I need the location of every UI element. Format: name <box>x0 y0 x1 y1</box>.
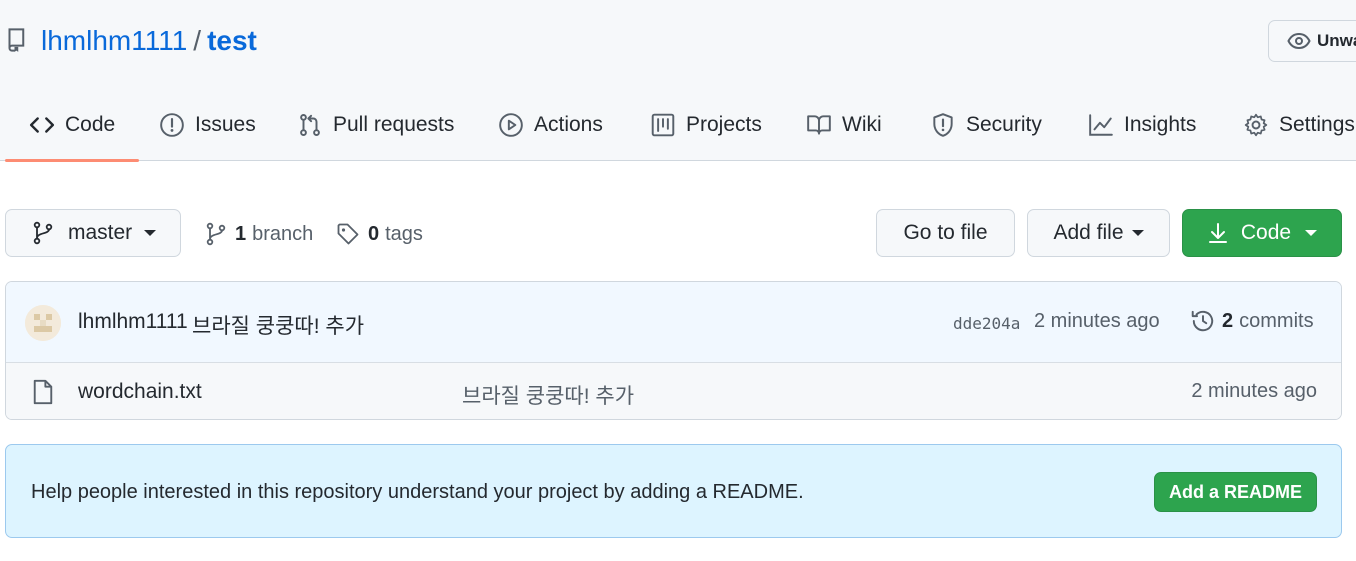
eye-icon <box>1287 32 1311 50</box>
git-pull-request-icon <box>300 113 320 136</box>
repo-name-link[interactable]: test <box>207 25 257 56</box>
tab-actions-label: Actions <box>534 112 603 136</box>
tab-pull-requests[interactable]: Pull requests <box>297 88 454 161</box>
latest-commit-row: lhmlhm1111 브라질 쿵쿵따! 추가 dde204a 2 minutes… <box>6 282 1341 363</box>
add-readme-button[interactable]: Add a README <box>1154 472 1317 512</box>
caret-down-icon <box>144 230 157 236</box>
project-icon <box>651 113 675 136</box>
gear-icon <box>1244 113 1268 136</box>
readme-prompt-banner: Help people interested in this repositor… <box>5 444 1342 538</box>
commits-history-link[interactable]: 2 commits <box>1190 308 1314 334</box>
shield-icon <box>933 112 953 137</box>
tag-icon <box>337 223 359 245</box>
add-file-button[interactable]: Add file <box>1027 209 1170 257</box>
tab-projects[interactable]: Projects <box>650 88 762 161</box>
file-icon <box>33 379 53 405</box>
repo-nav-tabs: Code Issues Pull requests Actions Projec… <box>0 88 1356 162</box>
list-item: wordchain.txt 브라질 쿵쿵따! 추가 2 minutes ago <box>6 363 1341 419</box>
commit-count: 2 <box>1222 309 1234 332</box>
book-icon <box>807 114 831 135</box>
git-branch-icon <box>206 222 226 246</box>
tab-security[interactable]: Security <box>930 88 1042 161</box>
commit-count-label: commits <box>1239 309 1314 332</box>
repo-header: lhmlhm1111/test Unwatch Code Issues Pull… <box>0 0 1356 162</box>
issue-opened-icon <box>160 112 184 137</box>
code-icon <box>29 116 55 133</box>
repo-title: lhmlhm1111/test <box>41 22 257 60</box>
tab-wiki-label: Wiki <box>842 112 882 136</box>
tab-pull-requests-label: Pull requests <box>333 112 455 136</box>
tags-link[interactable]: 0 tags <box>336 217 423 251</box>
tab-insights[interactable]: Insights <box>1088 88 1196 161</box>
commit-message-link[interactable]: 브라질 쿵쿵따! 추가 <box>192 310 364 340</box>
branch-count: 1 <box>235 222 247 245</box>
tab-wiki[interactable]: Wiki <box>806 88 882 161</box>
tab-code[interactable]: Code <box>4 88 140 162</box>
tab-issues[interactable]: Issues <box>159 88 256 161</box>
file-listing: lhmlhm1111 브라질 쿵쿵따! 추가 dde204a 2 minutes… <box>5 281 1342 420</box>
file-commit-message-link[interactable]: 브라질 쿵쿵따! 추가 <box>462 380 634 410</box>
tab-actions[interactable]: Actions <box>498 88 603 161</box>
repo-separator: / <box>193 25 202 56</box>
branch-count-label: branch <box>252 222 314 245</box>
tab-security-label: Security <box>966 112 1042 136</box>
tab-code-label: Code <box>65 112 116 136</box>
caret-down-icon <box>1305 230 1318 236</box>
code-button-label: Code <box>1240 221 1292 244</box>
readme-prompt-text: Help people interested in this repositor… <box>31 481 804 503</box>
tab-settings[interactable]: Settings <box>1243 88 1355 161</box>
history-icon <box>1191 310 1214 332</box>
play-icon <box>499 112 523 137</box>
repo-icon <box>8 28 25 52</box>
unwatch-label: Unwatch <box>1317 31 1356 50</box>
commit-author-link[interactable]: lhmlhm1111 <box>78 310 188 334</box>
file-commit-time: 2 minutes ago <box>1191 380 1317 402</box>
repo-owner-link[interactable]: lhmlhm1111 <box>41 25 187 56</box>
download-icon <box>1208 223 1227 243</box>
tab-insights-label: Insights <box>1124 112 1197 136</box>
code-download-button[interactable]: Code <box>1182 209 1342 257</box>
commit-time: 2 minutes ago <box>1034 310 1160 332</box>
add-file-label: Add file <box>1053 221 1124 244</box>
tab-settings-label: Settings <box>1279 112 1355 136</box>
branch-select-button[interactable]: master <box>5 209 181 257</box>
git-branch-icon <box>33 221 53 245</box>
tag-count-label: tags <box>385 222 423 245</box>
tag-count: 0 <box>368 222 380 245</box>
caret-down-icon <box>1131 230 1144 236</box>
branch-name: master <box>68 221 133 244</box>
file-name-link[interactable]: wordchain.txt <box>78 380 202 404</box>
avatar[interactable] <box>25 305 61 341</box>
tab-issues-label: Issues <box>195 112 256 136</box>
branches-link[interactable]: 1 branch <box>205 217 313 251</box>
go-to-file-button[interactable]: Go to file <box>876 209 1015 257</box>
graph-icon <box>1089 113 1113 136</box>
commit-sha-link[interactable]: dde204a <box>953 314 1020 333</box>
tab-projects-label: Projects <box>686 112 762 136</box>
unwatch-button[interactable]: Unwatch <box>1268 20 1356 62</box>
